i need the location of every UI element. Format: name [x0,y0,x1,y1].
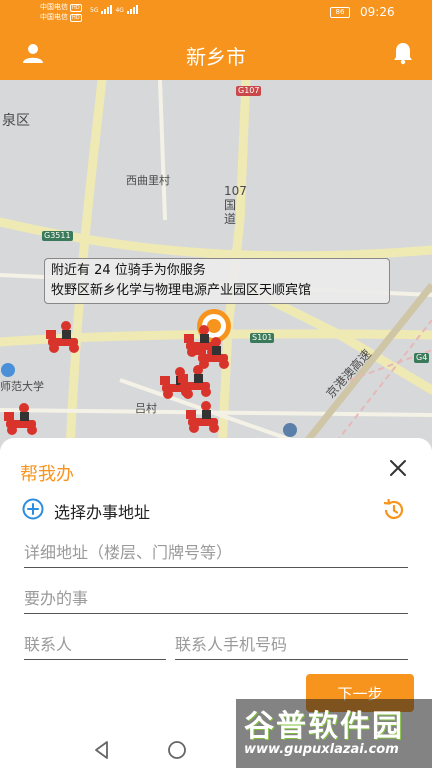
app-header: 新乡市 [0,26,432,80]
nav-home-icon[interactable] [167,740,187,760]
hd-badge: HD [70,4,82,12]
map-label-university: 师范大学 [0,380,44,393]
signal-icon: 5G 4G [90,5,138,14]
page-title: 新乡市 [186,45,246,69]
status-bar: 中国电信 HD 中国电信 HD 5G 4G 86 09:26 [0,0,432,26]
current-location-text: 牧野区新乡化学与物理电源产业园区天顺宾馆 [51,283,312,298]
network-type-2: 4G [115,7,124,14]
carrier-2: 中国电信 HD [40,13,82,22]
select-address-link[interactable]: 选择办事地址 [54,499,150,523]
carrier-1: 中国电信 HD [40,3,82,12]
rider-marker-icon[interactable] [0,402,42,436]
rider-info-bubble: 附近有 24 位骑手为你服务 牧野区新乡化学与物理电源产业园区天顺宾馆 [44,258,390,304]
add-circle-icon[interactable] [22,498,44,520]
task-description-input[interactable] [24,584,408,614]
battery-icon: 86 [330,7,350,18]
watermark: 谷普软件园 www.gupuxlazai.com [236,699,432,768]
road-badge-g3511: G3511 [42,231,73,241]
road-badge-g107: G107 [236,86,262,96]
watermark-brand: 谷普软件园 [244,709,404,744]
map-label-highway: 107国道 [224,184,247,226]
map-view[interactable]: 泉区 西曲里村 107国道 师范大学 吕村 京港澳高速 G107 G3511 S… [0,80,432,450]
hd-badge: HD [70,14,82,22]
map-label-village: 西曲里村 [126,174,170,187]
detail-address-input[interactable] [24,538,408,568]
panel-title: 帮我办 [20,464,74,485]
road-badge-g4: G4 [414,353,430,363]
rider-count-text: 附近有 24 位骑手为你服务 [51,263,206,278]
close-icon[interactable] [388,458,408,478]
watermark-url: www.gupuxlazai.com [244,742,399,757]
rider-marker-icon[interactable] [42,320,84,354]
rider-marker-icon[interactable] [174,364,216,398]
nav-back-icon[interactable] [92,740,112,760]
history-icon[interactable] [381,498,405,522]
clock: 09:26 [360,5,395,19]
map-label-village-2: 吕村 [135,402,157,415]
map-label-district: 泉区 [2,113,30,129]
bell-icon[interactable] [391,41,415,65]
contact-phone-input[interactable] [175,630,408,660]
network-type-1: 5G [90,7,99,14]
rider-marker-icon[interactable] [182,400,224,434]
contact-name-input[interactable] [24,630,166,660]
road-badge-s101: S101 [250,333,275,343]
